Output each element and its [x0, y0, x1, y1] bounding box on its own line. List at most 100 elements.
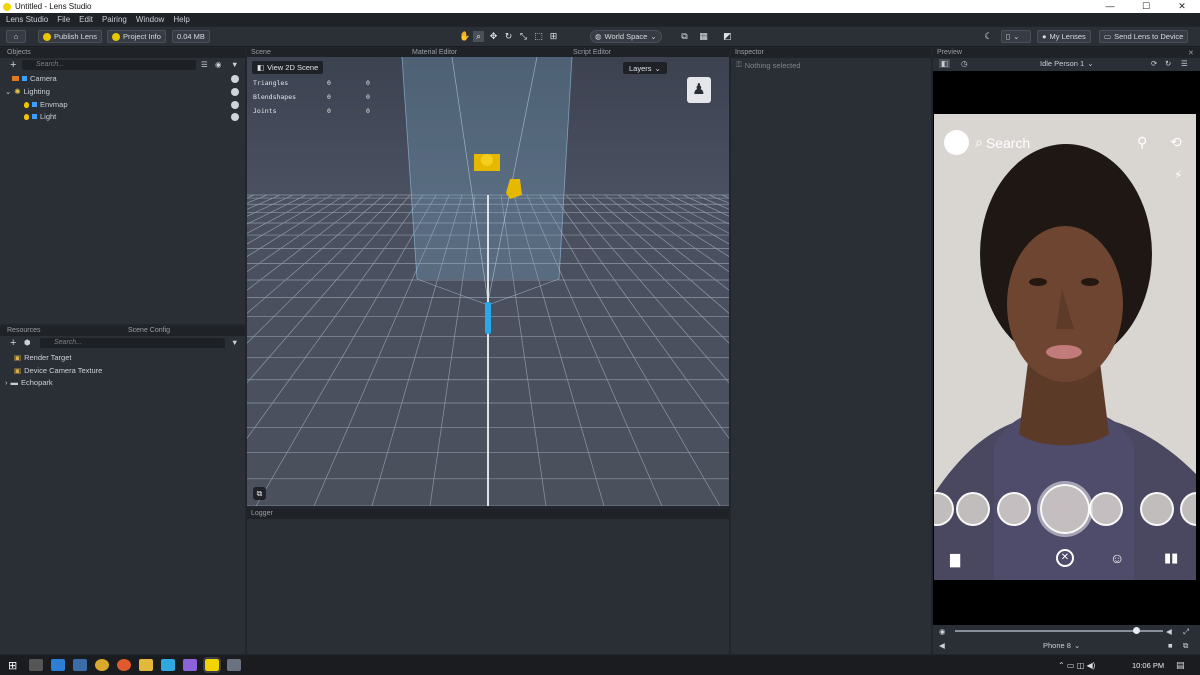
tab-scene[interactable]: Scene	[251, 49, 271, 56]
chrome-icon[interactable]	[95, 659, 110, 671]
maximize-button[interactable]: ☐	[1128, 0, 1164, 13]
close-icon[interactable]: ✕	[1188, 49, 1194, 57]
rotate-icon[interactable]: ↻	[503, 31, 514, 42]
filter-icon[interactable]: ▼	[231, 60, 238, 69]
device-dropdown[interactable]: Phone 8 ⌄	[1043, 641, 1080, 650]
visibility-toggle-lighting[interactable]	[231, 88, 239, 96]
lens-capture-button[interactable]	[1040, 484, 1090, 534]
store-icon[interactable]	[161, 659, 176, 671]
menu-file[interactable]: File	[57, 15, 70, 24]
project-info-button[interactable]: Project Info	[107, 30, 166, 43]
snap-search[interactable]: ⌕ Search	[975, 134, 1030, 151]
expand-icon[interactable]: ⤢	[1183, 627, 1189, 637]
clock-icon[interactable]: ◷	[961, 59, 968, 68]
rect-icon[interactable]: ⬚	[533, 31, 544, 42]
menu-edit[interactable]: Edit	[79, 15, 93, 24]
camera-mode-icon[interactable]: ◧	[939, 59, 951, 68]
add-resource-button[interactable]: +	[10, 337, 16, 349]
timeline-scrubber[interactable]	[1132, 627, 1140, 634]
menu-lens-studio[interactable]: Lens Studio	[6, 15, 48, 24]
tab-scene-config[interactable]: Scene Config	[128, 327, 170, 334]
clock[interactable]: 10:06 PM	[1132, 661, 1164, 670]
refresh-icon[interactable]: ⟳	[1151, 59, 1157, 68]
home-button[interactable]: ⌂	[6, 30, 26, 43]
flip-camera-icon[interactable]: ⟲	[1170, 134, 1182, 151]
brave-icon[interactable]	[117, 659, 132, 671]
tray-icons[interactable]: ⌃ ▭ ◫ ◀)	[1058, 661, 1095, 670]
list-icon[interactable]: ☰	[201, 60, 208, 69]
flash-icon[interactable]: ⚡	[1174, 168, 1182, 182]
snapchat-ghost-icon[interactable]: ♟	[687, 77, 711, 103]
visibility-toggle-envmap[interactable]	[231, 101, 239, 109]
tree-item-camera[interactable]: Camera	[12, 74, 57, 83]
pivot-icon[interactable]: ⊞	[548, 31, 559, 42]
screenshot-icon[interactable]: ⧉	[1183, 641, 1188, 651]
play-icon[interactable]: ◉	[939, 627, 946, 636]
notifications-icon[interactable]: ▤	[1176, 660, 1185, 671]
minimize-button[interactable]: —	[1092, 0, 1128, 13]
stories-icon[interactable]: ▮▮	[1164, 550, 1178, 566]
lens-studio-task-icon[interactable]	[203, 657, 222, 673]
layers-dropdown[interactable]: Layers ⌄	[623, 62, 667, 74]
menu-help[interactable]: Help	[173, 15, 189, 24]
view-2d-scene-button[interactable]: ◧ View 2D Scene	[252, 61, 324, 74]
objects-search-input[interactable]: Search...	[22, 60, 196, 70]
volume-icon[interactable]: ◀	[1166, 627, 1172, 636]
speaker-icon[interactable]: ◀	[939, 641, 945, 650]
visibility-toggle-light[interactable]	[231, 113, 239, 121]
tab-material-editor[interactable]: Material Editor	[412, 49, 457, 56]
visibility-toggle-camera[interactable]	[231, 75, 239, 83]
move-icon[interactable]: ✥	[488, 31, 499, 42]
add-object-button[interactable]: +	[10, 59, 16, 71]
resources-search-input[interactable]: Search...	[40, 338, 225, 348]
publish-lens-button[interactable]: Publish Lens	[38, 30, 102, 43]
menu-pairing[interactable]: Pairing	[102, 15, 127, 24]
timeline-track[interactable]	[955, 630, 1163, 632]
scene-viewport[interactable]: ◧ View 2D Scene Layers ⌄ ♟ Triangles 0 0 Ble…	[247, 57, 729, 506]
task-view-icon[interactable]	[29, 659, 44, 671]
camera-toggle-icon[interactable]: ⧉	[253, 487, 266, 500]
pairing-dropdown[interactable]: ▯ ⌄	[1001, 30, 1031, 43]
app3-icon[interactable]	[227, 659, 242, 671]
cubes-icon[interactable]: ⧉	[679, 31, 690, 42]
add-friend-icon[interactable]: ⚲	[1137, 134, 1147, 151]
record-video-icon[interactable]: ■	[1168, 641, 1173, 650]
tab-resources[interactable]: Resources	[7, 327, 40, 334]
person-dropdown[interactable]: Idle Person 1 ⌄	[1040, 59, 1094, 68]
moon-icon[interactable]: ☾	[983, 31, 994, 42]
tree-item-lighting[interactable]: ⌄ ✺ Lighting	[5, 87, 50, 96]
tree-item-envmap[interactable]: Envmap	[24, 100, 68, 109]
space-dropdown[interactable]: ◍ World Space ⌄	[590, 30, 662, 43]
lens-option[interactable]	[956, 492, 990, 526]
select-icon[interactable]: ⌕	[473, 31, 484, 42]
menu-window[interactable]: Window	[136, 15, 164, 24]
tab-script-editor[interactable]: Script Editor	[573, 49, 611, 56]
resource-render-target[interactable]: ▣ Render Target	[14, 353, 72, 362]
bitmoji-avatar[interactable]	[944, 130, 969, 155]
lens-option[interactable]	[1089, 492, 1123, 526]
app-icon[interactable]	[73, 659, 88, 671]
app2-icon[interactable]	[183, 659, 198, 671]
grid-icon[interactable]: ▦	[698, 31, 709, 42]
face-swap-icon[interactable]: ☺	[1110, 550, 1124, 566]
tree-item-light[interactable]: Light	[24, 112, 56, 121]
resource-device-camera-texture[interactable]: ▣ Device Camera Texture	[14, 366, 102, 375]
reset-icon[interactable]: ↻	[1165, 59, 1171, 68]
close-button[interactable]: ✕	[1164, 0, 1200, 13]
record-icon[interactable]: ◩	[722, 31, 733, 42]
lens-option[interactable]	[1140, 492, 1174, 526]
lens-option[interactable]	[997, 492, 1031, 526]
chat-icon[interactable]: ▇	[950, 552, 960, 568]
eye-icon[interactable]: ◉	[215, 60, 222, 69]
close-lens-icon[interactable]: ✕	[1056, 549, 1074, 567]
resource-echopark[interactable]: › ▬ Echopark	[5, 378, 53, 387]
filter-icon[interactable]: ▼	[231, 338, 238, 347]
windows-start-icon[interactable]: ⊞	[8, 659, 17, 672]
vscode-icon[interactable]	[51, 659, 66, 671]
hand-icon[interactable]: ✋	[459, 31, 470, 42]
scale-icon[interactable]: ⤡	[518, 31, 529, 42]
send-to-device-button[interactable]: ▭ Send Lens to Device	[1099, 30, 1189, 43]
explorer-icon[interactable]	[139, 659, 154, 671]
import-icon[interactable]: ⬢	[24, 338, 31, 347]
menu-icon[interactable]: ☰	[1181, 59, 1188, 68]
